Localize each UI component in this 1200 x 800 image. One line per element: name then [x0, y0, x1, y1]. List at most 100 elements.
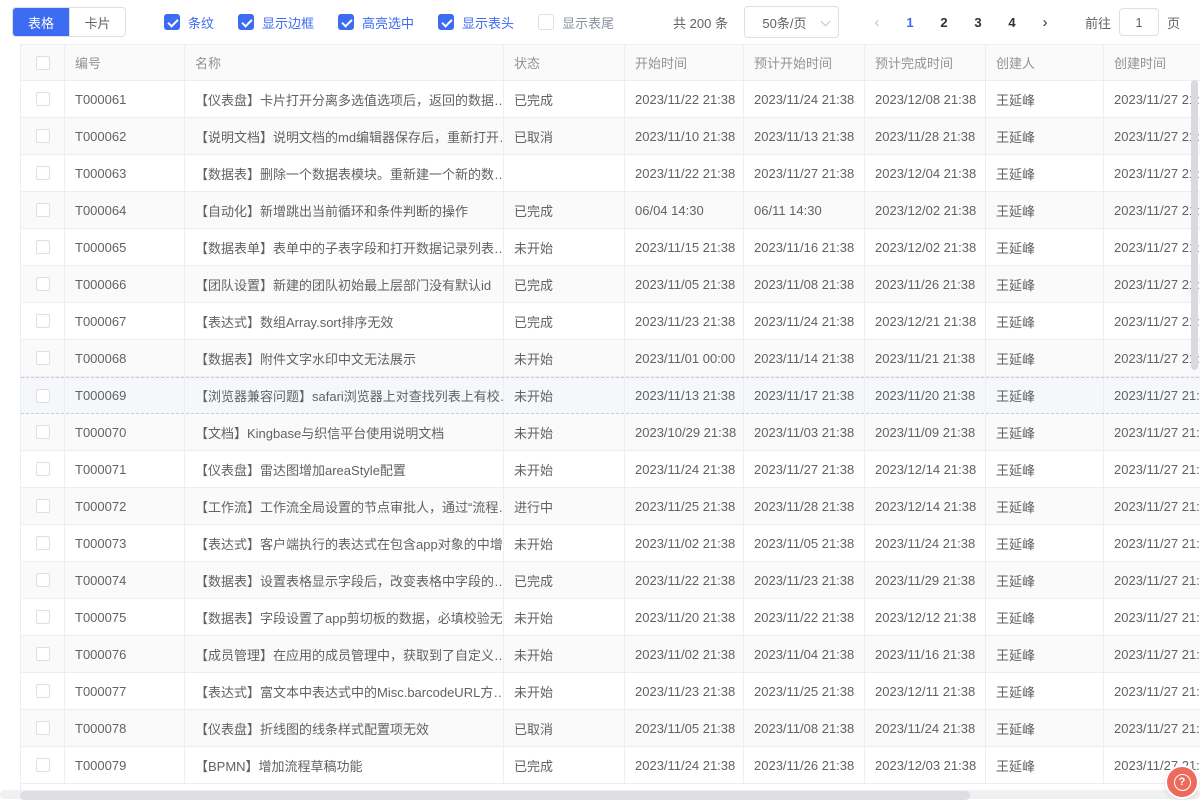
table-row[interactable]: T000066 【团队设置】新建的团队初始最上层部门没有默认id 已完成 202… [21, 266, 1200, 303]
table-row[interactable]: T000061 【仪表盘】卡片打开分离多选值选项后，返回的数据… 已完成 202… [21, 81, 1200, 118]
table-row[interactable]: T000071 【仪表盘】雷达图增加areaStyle配置 未开始 2023/1… [21, 451, 1200, 488]
show-footer-checkbox[interactable]: 显示表尾 [538, 13, 614, 32]
row-checkbox-cell [21, 378, 65, 413]
column-header-planned-end[interactable]: 预计完成时间 [865, 45, 986, 81]
goto-page-input[interactable] [1119, 8, 1159, 36]
table-row[interactable]: T000063 【数据表】删除一个数据表模块。重新建一个新的数… 2023/11… [21, 155, 1200, 192]
table-row[interactable]: T000062 【说明文档】说明文档的md编辑器保存后，重新打开… 已取消 20… [21, 118, 1200, 155]
view-toggle-card-button[interactable]: 卡片 [69, 8, 125, 36]
next-page-button[interactable]: › [1029, 14, 1061, 31]
row-checkbox-cell [21, 303, 65, 339]
cell-name: 【浏览器兼容问题】safari浏览器上对查找列表上有校… [185, 378, 504, 413]
cell-planned-end: 2023/12/21 21:38 [865, 303, 986, 339]
row-checkbox[interactable] [36, 573, 50, 587]
cell-planned-start: 2023/11/17 21:38 [744, 378, 865, 413]
table-row[interactable]: T000075 【数据表】字段设置了app剪切板的数据，必填校验无效 未开始 2… [21, 599, 1200, 636]
row-checkbox-cell [21, 155, 65, 191]
column-header-planned-start[interactable]: 预计开始时间 [744, 45, 865, 81]
goto-suffix: 页 [1167, 13, 1180, 32]
table-row[interactable]: T000068 【数据表】附件文字水印中文无法展示 未开始 2023/11/01… [21, 340, 1200, 377]
row-checkbox[interactable] [36, 610, 50, 624]
table-row[interactable]: T000074 【数据表】设置表格显示字段后，改变表格中字段的… 已完成 202… [21, 562, 1200, 599]
page-number-button[interactable]: 4 [995, 15, 1029, 30]
vertical-scrollbar-thumb[interactable] [1191, 80, 1198, 370]
column-header-created-time[interactable]: 创建时间 [1104, 45, 1200, 81]
row-checkbox[interactable] [36, 536, 50, 550]
help-button[interactable]: ? [1167, 767, 1197, 797]
table-row[interactable]: T000078 【仪表盘】折线图的线条样式配置项无效 已取消 2023/11/0… [21, 710, 1200, 747]
table-row[interactable]: T000067 【表达式】数组Array.sort排序无效 已完成 2023/1… [21, 303, 1200, 340]
table-row[interactable]: T000077 【表达式】富文本中表达式中的Misc.barcodeURL方… … [21, 673, 1200, 710]
prev-page-button[interactable]: ‹ [861, 14, 893, 31]
cell-planned-end: 2023/12/14 21:38 [865, 488, 986, 524]
row-checkbox-cell [21, 229, 65, 265]
select-all-checkbox[interactable] [36, 56, 50, 70]
app-root: 表格 卡片 条纹 显示边框 高亮选中 显示表头 显示表尾 [0, 0, 1200, 800]
column-header-start-time[interactable]: 开始时间 [625, 45, 744, 81]
show-header-checkbox[interactable]: 显示表头 [438, 13, 514, 32]
row-checkbox[interactable] [36, 129, 50, 143]
select-all-cell [21, 45, 65, 81]
cell-created-time: 2023/11/27 21:38 [1104, 636, 1200, 672]
row-checkbox[interactable] [36, 389, 50, 403]
cell-start-time: 2023/11/22 21:38 [625, 562, 744, 598]
row-checkbox[interactable] [36, 721, 50, 735]
cell-name: 【说明文档】说明文档的md编辑器保存后，重新打开… [185, 118, 504, 154]
column-header-status[interactable]: 状态 [504, 45, 625, 81]
cell-start-time: 2023/11/22 21:38 [625, 155, 744, 191]
cell-name: 【表达式】客户端执行的表达式在包含app对象的中增… [185, 525, 504, 561]
stripes-checkbox[interactable]: 条纹 [164, 13, 214, 32]
highlight-selected-checkbox[interactable]: 高亮选中 [338, 13, 414, 32]
row-checkbox[interactable] [36, 314, 50, 328]
table-row[interactable]: T000076 【成员管理】在应用的成员管理中，获取到了自定义… 未开始 202… [21, 636, 1200, 673]
goto-page: 前往 页 [1085, 8, 1180, 36]
row-checkbox[interactable] [36, 203, 50, 217]
cell-planned-start: 06/11 14:30 [744, 192, 865, 228]
view-toggle-table-button[interactable]: 表格 [13, 8, 69, 36]
view-toggle: 表格 卡片 [12, 7, 126, 37]
page-number-button[interactable]: 1 [893, 15, 927, 30]
table-header-row: 编号 名称 状态 开始时间 预计开始时间 预计完成时间 创建人 创建时间 [21, 45, 1200, 81]
table-row[interactable]: T000064 【自动化】新增跳出当前循环和条件判断的操作 已完成 06/04 … [21, 192, 1200, 229]
table-row[interactable]: T000079 【BPMN】增加流程草稿功能 已完成 2023/11/24 21… [21, 747, 1200, 784]
row-checkbox[interactable] [36, 351, 50, 365]
cell-start-time: 2023/11/02 21:38 [625, 525, 744, 561]
cell-start-time: 2023/11/05 21:38 [625, 266, 744, 302]
cell-created-time: 2023/11/27 21:38 [1104, 118, 1200, 154]
cell-planned-start: 2023/11/27 21:38 [744, 155, 865, 191]
cell-start-time: 2023/10/29 21:38 [625, 414, 744, 450]
row-checkbox-cell [21, 266, 65, 302]
row-checkbox-cell [21, 636, 65, 672]
table-row[interactable]: T000072 【工作流】工作流全局设置的节点审批人，通过“流程… 进行中 20… [21, 488, 1200, 525]
table-row[interactable]: T000069 【浏览器兼容问题】safari浏览器上对查找列表上有校… 未开始… [21, 377, 1200, 414]
cell-start-time: 2023/11/02 21:38 [625, 636, 744, 672]
row-checkbox[interactable] [36, 92, 50, 106]
row-checkbox[interactable] [36, 684, 50, 698]
row-checkbox[interactable] [36, 240, 50, 254]
row-checkbox[interactable] [36, 166, 50, 180]
table-row[interactable]: T000073 【表达式】客户端执行的表达式在包含app对象的中增… 未开始 2… [21, 525, 1200, 562]
row-checkbox[interactable] [36, 425, 50, 439]
page-size-select[interactable]: 50条/页 [744, 6, 839, 38]
question-mark-icon: ? [1174, 774, 1191, 791]
row-checkbox[interactable] [36, 758, 50, 772]
row-checkbox[interactable] [36, 277, 50, 291]
table-row[interactable]: T000065 【数据表单】表单中的子表字段和打开数据记录列表… 未开始 202… [21, 229, 1200, 266]
column-header-id[interactable]: 编号 [65, 45, 185, 81]
row-checkbox[interactable] [36, 647, 50, 661]
horizontal-scrollbar-thumb[interactable] [20, 791, 970, 800]
cell-planned-end: 2023/12/04 21:38 [865, 155, 986, 191]
row-checkbox[interactable] [36, 462, 50, 476]
cell-status: 已完成 [504, 81, 625, 117]
cell-status: 未开始 [504, 673, 625, 709]
table-row[interactable]: T000070 【文档】Kingbase与织信平台使用说明文档 未开始 2023… [21, 414, 1200, 451]
cell-planned-start: 2023/11/16 21:38 [744, 229, 865, 265]
page-number-button[interactable]: 3 [961, 15, 995, 30]
show-border-checkbox[interactable]: 显示边框 [238, 13, 314, 32]
cell-planned-end: 2023/11/26 21:38 [865, 266, 986, 302]
cell-creator: 王延峰 [986, 710, 1104, 746]
row-checkbox[interactable] [36, 499, 50, 513]
column-header-name[interactable]: 名称 [185, 45, 504, 81]
page-number-button[interactable]: 2 [927, 15, 961, 30]
column-header-creator[interactable]: 创建人 [986, 45, 1104, 81]
